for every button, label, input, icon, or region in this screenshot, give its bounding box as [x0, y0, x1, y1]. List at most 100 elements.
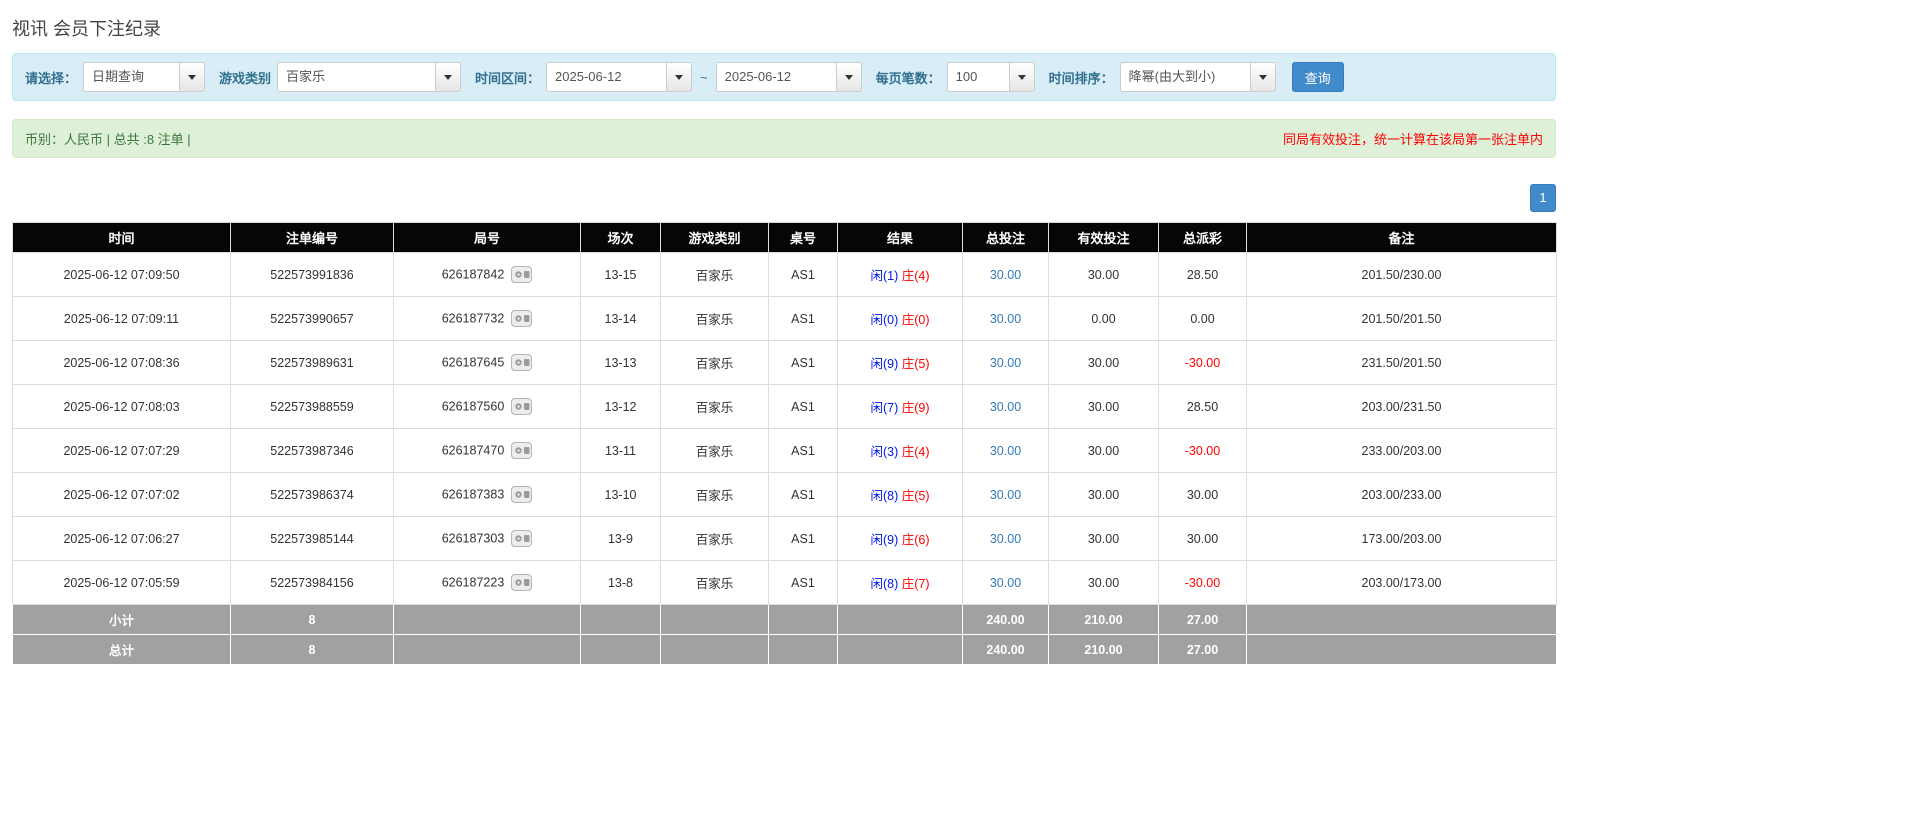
video-replay-icon[interactable]	[511, 574, 532, 591]
total-bet-link[interactable]: 30.00	[990, 488, 1021, 502]
date-range-tilde: ~	[700, 70, 708, 85]
video-replay-icon[interactable]	[511, 486, 532, 503]
cell-remark: 231.50/201.50	[1247, 341, 1557, 385]
payout-value: 30.00	[1187, 488, 1218, 502]
result-banker: 庄(0)	[902, 313, 930, 327]
cell-result: 闲(0) 庄(0)	[838, 297, 963, 341]
subtotal-valid-bet: 210.00	[1049, 605, 1159, 635]
video-replay-icon[interactable]	[511, 310, 532, 327]
payout-value: 0.00	[1190, 312, 1214, 326]
cell-total-bet: 30.00	[963, 517, 1049, 561]
chevron-down-icon[interactable]	[435, 62, 461, 92]
sort-select[interactable]: 降幂(由大到小)	[1120, 62, 1276, 92]
header-time: 时间	[13, 223, 231, 253]
total-total-bet: 240.00	[963, 635, 1049, 665]
cell-bet-id: 522573984156	[231, 561, 394, 605]
total-bet-link[interactable]: 30.00	[990, 268, 1021, 282]
cell-payout: 0.00	[1159, 297, 1247, 341]
cell-bet-id: 522573986374	[231, 473, 394, 517]
total-bet-link[interactable]: 30.00	[990, 400, 1021, 414]
result-player: 闲(3)	[870, 445, 898, 459]
video-replay-icon[interactable]	[511, 530, 532, 547]
total-count: 8	[231, 635, 394, 665]
query-button[interactable]: 查询	[1292, 62, 1344, 92]
date-from-select[interactable]: 2025-06-12	[546, 62, 692, 92]
chevron-down-icon[interactable]	[1009, 62, 1035, 92]
video-replay-icon[interactable]	[511, 266, 532, 283]
table-body: 2025-06-12 07:09:50522573991836626187842…	[13, 253, 1557, 605]
table-row: 2025-06-12 07:08:36522573989631626187645…	[13, 341, 1557, 385]
cell-result: 闲(1) 庄(4)	[838, 253, 963, 297]
video-replay-icon[interactable]	[511, 354, 532, 371]
cell-game-type: 百家乐	[661, 561, 769, 605]
video-replay-icon[interactable]	[511, 398, 532, 415]
query-type-select[interactable]: 日期查询	[83, 62, 205, 92]
empty-cell	[838, 635, 963, 665]
cell-bet-id: 522573990657	[231, 297, 394, 341]
chevron-down-icon[interactable]	[666, 62, 692, 92]
cell-total-bet: 30.00	[963, 473, 1049, 517]
cell-table-no: AS1	[769, 297, 838, 341]
result-banker: 庄(9)	[902, 401, 930, 415]
cell-valid-bet: 30.00	[1049, 561, 1159, 605]
table-footer: 小计 8 240.00 210.00 27.00 总计 8 2	[13, 605, 1557, 665]
subtotal-row: 小计 8 240.00 210.00 27.00	[13, 605, 1557, 635]
page-size-select[interactable]: 100	[947, 62, 1035, 92]
empty-cell	[394, 635, 581, 665]
video-replay-icon[interactable]	[511, 442, 532, 459]
cell-valid-bet: 30.00	[1049, 429, 1159, 473]
table-row: 2025-06-12 07:07:02522573986374626187383…	[13, 473, 1557, 517]
empty-cell	[769, 635, 838, 665]
cell-table-no: AS1	[769, 429, 838, 473]
cell-payout: 28.50	[1159, 253, 1247, 297]
result-banker: 庄(7)	[902, 577, 930, 591]
cell-total-bet: 30.00	[963, 297, 1049, 341]
empty-cell	[838, 605, 963, 635]
total-bet-link[interactable]: 30.00	[990, 444, 1021, 458]
cell-session: 13-14	[581, 297, 661, 341]
cell-payout: -30.00	[1159, 341, 1247, 385]
payout-value: 28.50	[1187, 268, 1218, 282]
cell-game-type: 百家乐	[661, 253, 769, 297]
notice-text: 同局有效投注，统一计算在该局第一张注单内	[1283, 129, 1543, 148]
page-container: 视讯 会员下注纪录 请选择： 日期查询 游戏类别 百家乐 时间区间： 2025-…	[12, 15, 1556, 665]
cell-result: 闲(8) 庄(5)	[838, 473, 963, 517]
total-bet-link[interactable]: 30.00	[990, 576, 1021, 590]
game-type-select[interactable]: 百家乐	[277, 62, 461, 92]
table-row: 2025-06-12 07:09:50522573991836626187842…	[13, 253, 1557, 297]
cell-total-bet: 30.00	[963, 561, 1049, 605]
page-button-1[interactable]: 1	[1530, 184, 1556, 212]
round-id-value: 626187645	[442, 356, 505, 370]
total-bet-link[interactable]: 30.00	[990, 356, 1021, 370]
chevron-down-icon[interactable]	[1250, 62, 1276, 92]
cell-game-type: 百家乐	[661, 385, 769, 429]
cell-session: 13-12	[581, 385, 661, 429]
chevron-down-icon[interactable]	[836, 62, 862, 92]
cell-remark: 203.00/173.00	[1247, 561, 1557, 605]
page-size-value: 100	[947, 62, 1009, 92]
chevron-down-icon[interactable]	[179, 62, 205, 92]
date-to-select[interactable]: 2025-06-12	[716, 62, 862, 92]
total-bet-link[interactable]: 30.00	[990, 312, 1021, 326]
cell-session: 13-13	[581, 341, 661, 385]
cell-total-bet: 30.00	[963, 341, 1049, 385]
filter-bar: 请选择： 日期查询 游戏类别 百家乐 时间区间： 2025-06-12 ~ 20…	[12, 53, 1556, 101]
round-id-value: 626187560	[442, 400, 505, 414]
table-row: 2025-06-12 07:06:27522573985144626187303…	[13, 517, 1557, 561]
cell-time: 2025-06-12 07:08:03	[13, 385, 231, 429]
cell-game-type: 百家乐	[661, 473, 769, 517]
game-type-label: 游戏类别	[219, 68, 271, 87]
cell-total-bet: 30.00	[963, 253, 1049, 297]
empty-cell	[769, 605, 838, 635]
payout-value: -30.00	[1185, 444, 1220, 458]
cell-payout: 30.00	[1159, 473, 1247, 517]
empty-cell	[581, 605, 661, 635]
subtotal-count: 8	[231, 605, 394, 635]
cell-game-type: 百家乐	[661, 429, 769, 473]
header-row: 时间 注单编号 局号 场次 游戏类别 桌号 结果 总投注 有效投注 总派彩 备注	[13, 223, 1557, 253]
header-payout: 总派彩	[1159, 223, 1247, 253]
total-bet-link[interactable]: 30.00	[990, 532, 1021, 546]
cell-table-no: AS1	[769, 473, 838, 517]
result-player: 闲(7)	[870, 401, 898, 415]
result-banker: 庄(5)	[902, 489, 930, 503]
